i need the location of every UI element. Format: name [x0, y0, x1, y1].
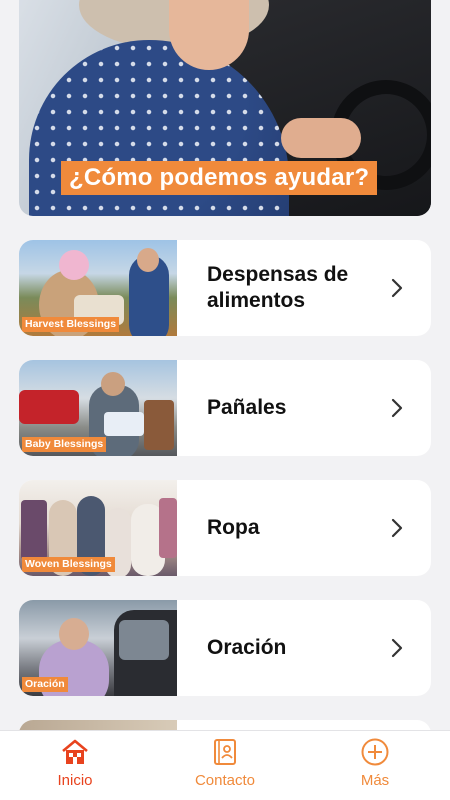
tab-more[interactable]: Más — [300, 731, 450, 800]
tab-contact[interactable]: Contacto — [150, 731, 300, 800]
contact-book-icon — [210, 737, 240, 767]
hero-title: ¿Cómo podemos ayudar? — [61, 161, 378, 195]
card-thumbnail: Oración — [19, 600, 177, 696]
service-card-diapers[interactable]: Baby Blessings Pañales — [19, 360, 431, 456]
card-label: Despensas de alimentos — [207, 263, 349, 312]
chevron-right-icon — [377, 480, 417, 576]
tab-label: Más — [360, 772, 390, 789]
content-scroll[interactable]: ¿Cómo podemos ayudar? Harvest Blessings … — [0, 0, 450, 730]
chevron-right-icon — [377, 600, 417, 696]
card-label: Oración — [207, 636, 287, 659]
tab-bar: Inicio Contacto Más — [0, 730, 450, 800]
program-tag: Baby Blessings — [22, 437, 107, 452]
service-card-prayer[interactable]: Oración Oración — [19, 600, 431, 696]
program-tag: Woven Blessings — [22, 557, 115, 572]
tab-home[interactable]: Inicio — [0, 731, 150, 800]
program-tag: Oración — [22, 677, 68, 692]
card-thumbnail: Harvest Blessings — [19, 240, 177, 336]
plus-circle-icon — [360, 737, 390, 767]
tab-label: Inicio — [57, 772, 93, 789]
card-thumbnail: Baby Blessings — [19, 360, 177, 456]
card-thumbnail: Woven Blessings — [19, 480, 177, 576]
card-thumbnail — [19, 720, 177, 730]
card-label: Ropa — [207, 516, 260, 539]
service-card-food-pantry[interactable]: Harvest Blessings Despensas de alimentos — [19, 240, 431, 336]
chevron-right-icon — [377, 240, 417, 336]
card-label: Pañales — [207, 396, 287, 419]
program-tag: Harvest Blessings — [22, 317, 120, 332]
hero-banner: ¿Cómo podemos ayudar? — [19, 0, 431, 216]
home-icon — [60, 737, 90, 767]
service-card-clothing[interactable]: Woven Blessings Ropa — [19, 480, 431, 576]
chevron-right-icon — [377, 360, 417, 456]
service-card-partial[interactable] — [19, 720, 431, 730]
tab-label: Contacto — [194, 772, 256, 789]
